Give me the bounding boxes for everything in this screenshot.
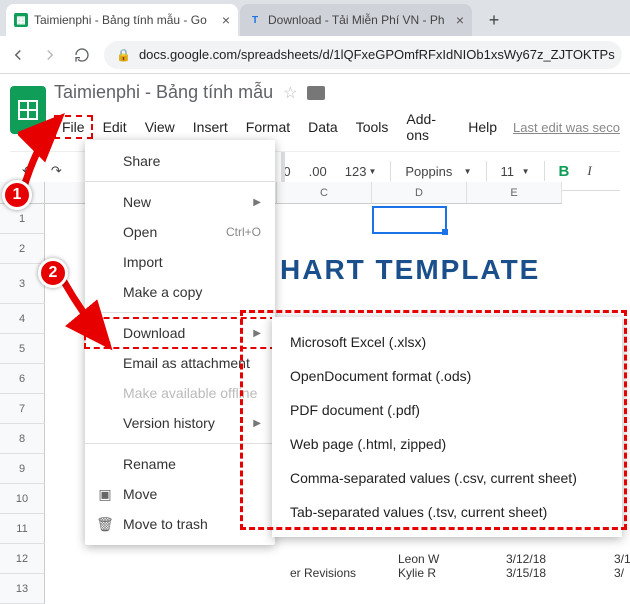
new-tab-button[interactable]: +	[480, 6, 508, 34]
menu-move-trash[interactable]: 🗑Move to trash	[85, 509, 275, 539]
undo-button[interactable]: ↶	[18, 161, 37, 181]
folder-icon: ▣	[97, 486, 113, 502]
row-header[interactable]: 8	[0, 424, 45, 454]
menu-share[interactable]: Share	[85, 146, 275, 176]
close-icon[interactable]: ×	[456, 12, 464, 28]
last-edit-link[interactable]: Last edit was seco	[513, 120, 620, 135]
visible-data-rows: Leon W3/12/183/15 er RevisionsKylie R3/1…	[290, 552, 630, 580]
row-header[interactable]: 2	[0, 234, 45, 264]
menu-download[interactable]: Download▶	[85, 318, 275, 348]
col-header[interactable]: E	[467, 182, 562, 204]
row-header[interactable]: 11	[0, 514, 45, 544]
menu-data[interactable]: Data	[300, 115, 346, 139]
row-header[interactable]: 12	[0, 544, 45, 574]
decrease-decimal[interactable]: .0	[276, 162, 295, 181]
folder-icon[interactable]	[307, 86, 325, 100]
row-header[interactable]: 6	[0, 364, 45, 394]
font-picker[interactable]: Poppins ▼	[401, 162, 475, 181]
annotation-badge-1: 1	[2, 180, 32, 210]
close-icon[interactable]: ×	[222, 12, 230, 28]
browser-toolbar: 🔒 docs.google.com/spreadsheets/d/1lQFxeG…	[0, 36, 630, 74]
menu-move[interactable]: ▣Move	[85, 479, 275, 509]
url-text: docs.google.com/spreadsheets/d/1lQFxeGPO…	[139, 47, 615, 62]
menu-view[interactable]: View	[137, 115, 183, 139]
row-header[interactable]: 10	[0, 484, 45, 514]
reload-button[interactable]	[72, 45, 92, 65]
menu-edit[interactable]: Edit	[95, 115, 135, 139]
menu-addons[interactable]: Add-ons	[398, 107, 458, 147]
col-header[interactable]: D	[372, 182, 467, 204]
row-header[interactable]: 7	[0, 394, 45, 424]
browser-tab-strip: ▦ Taimienphi - Bảng tính mẫu - Go × T Do…	[0, 0, 630, 36]
row-header[interactable]: 4	[0, 304, 45, 334]
menu-new[interactable]: New▶	[85, 187, 275, 217]
row-header[interactable]: 9	[0, 454, 45, 484]
star-icon[interactable]: ☆	[283, 83, 297, 103]
menu-tools[interactable]: Tools	[348, 115, 397, 139]
download-html[interactable]: Web page (.html, zipped)	[272, 427, 622, 461]
download-csv[interactable]: Comma-separated values (.csv, current sh…	[272, 461, 622, 495]
menu-offline: Make available offline	[85, 378, 275, 408]
menu-insert[interactable]: Insert	[185, 115, 236, 139]
annotation-badge-2: 2	[38, 258, 68, 288]
browser-tab-inactive[interactable]: T Download - Tải Miễn Phí VN - Ph ×	[240, 4, 472, 36]
number-format[interactable]: 123▼	[341, 162, 381, 181]
document-title[interactable]: Taimienphi - Bảng tính mẫu	[54, 82, 273, 103]
italic-button[interactable]: I	[583, 161, 595, 181]
sheet-title-text: HART TEMPLATE	[280, 254, 540, 286]
bold-button[interactable]: B	[555, 161, 574, 182]
trash-icon: 🗑	[97, 516, 113, 532]
browser-tab-active[interactable]: ▦ Taimienphi - Bảng tính mẫu - Go ×	[6, 4, 238, 36]
row-header[interactable]: 5	[0, 334, 45, 364]
download-tsv[interactable]: Tab-separated values (.tsv, current shee…	[272, 495, 622, 529]
redo-button[interactable]: ↷	[47, 161, 66, 181]
menu-file[interactable]: File	[54, 115, 93, 139]
site-favicon: T	[248, 13, 262, 27]
menu-email-attachment[interactable]: Email as attachment	[85, 348, 275, 378]
increase-decimal[interactable]: .00	[305, 162, 331, 181]
file-menu-dropdown: Share New▶ OpenCtrl+O Import Make a copy…	[85, 140, 275, 545]
selected-cell[interactable]	[372, 206, 447, 234]
download-xlsx[interactable]: Microsoft Excel (.xlsx)	[272, 325, 622, 359]
address-bar[interactable]: 🔒 docs.google.com/spreadsheets/d/1lQFxeG…	[104, 41, 622, 69]
menu-rename[interactable]: Rename	[85, 449, 275, 479]
menu-open[interactable]: OpenCtrl+O	[85, 217, 275, 247]
download-submenu: Microsoft Excel (.xlsx) OpenDocument for…	[272, 317, 622, 537]
download-pdf[interactable]: PDF document (.pdf)	[272, 393, 622, 427]
sheets-favicon: ▦	[14, 13, 28, 27]
col-header[interactable]: C	[277, 182, 372, 204]
forward-button	[40, 45, 60, 65]
menu-import[interactable]: Import	[85, 247, 275, 277]
menu-make-copy[interactable]: Make a copy	[85, 277, 275, 307]
menu-help[interactable]: Help	[460, 115, 505, 139]
row-header[interactable]: 13	[0, 574, 45, 604]
menu-format[interactable]: Format	[238, 115, 298, 139]
sheets-logo[interactable]	[10, 86, 46, 134]
download-ods[interactable]: OpenDocument format (.ods)	[272, 359, 622, 393]
back-button[interactable]	[8, 45, 28, 65]
tab-title: Taimienphi - Bảng tính mẫu - Go	[34, 13, 216, 27]
font-size[interactable]: 11 ▼	[497, 162, 534, 181]
lock-icon: 🔒	[116, 48, 131, 62]
menu-version-history[interactable]: Version history▶	[85, 408, 275, 438]
tab-title: Download - Tải Miễn Phí VN - Ph	[268, 13, 450, 27]
